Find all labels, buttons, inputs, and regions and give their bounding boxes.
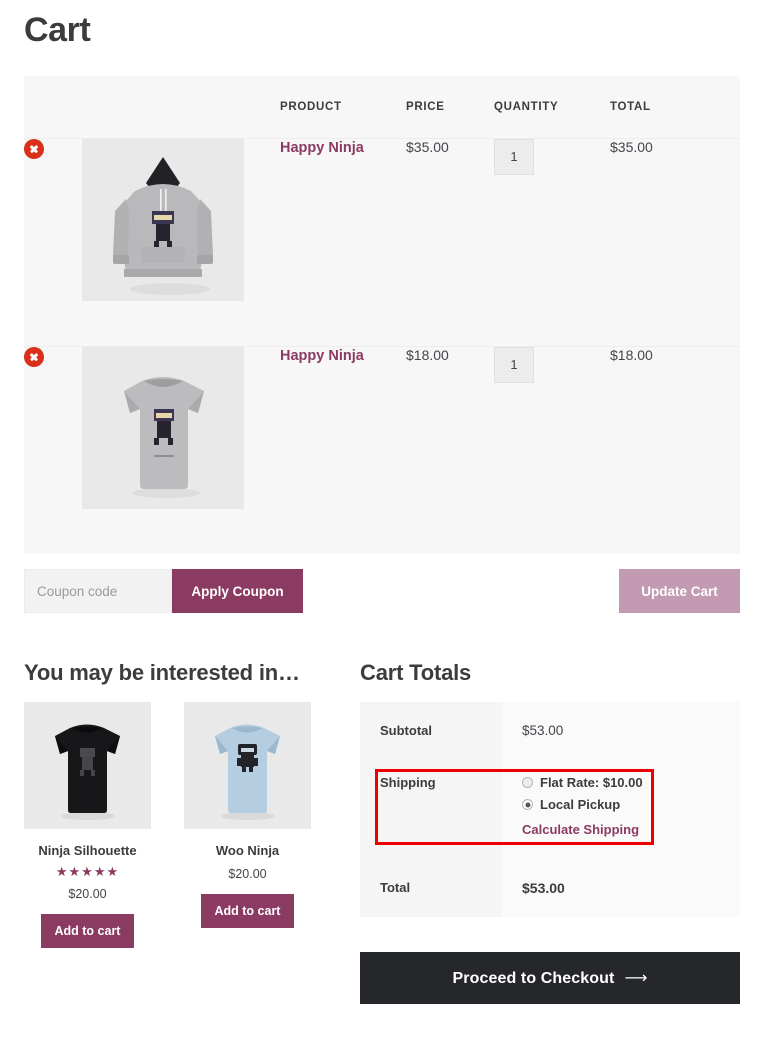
page-title: Cart — [24, 11, 91, 49]
cart-row: Happy Ninja $35.00 $35.00 — [24, 137, 740, 346]
upsell-product-price: $20.00 — [68, 887, 107, 901]
cart-product-link[interactable]: Happy Ninja — [280, 140, 364, 156]
radio-unchecked-icon[interactable] — [522, 777, 533, 788]
cart-row-product-cell: Happy Ninja — [280, 345, 406, 554]
black-tshirt-product-image[interactable] — [24, 702, 151, 829]
calculate-shipping-link[interactable]: Calculate Shipping — [522, 822, 639, 837]
column-header-remove — [24, 76, 82, 138]
checkout-button-label: Proceed to Checkout — [452, 970, 615, 987]
cart-product-link[interactable]: Happy Ninja — [280, 348, 364, 364]
total-value: $53.00 — [502, 859, 740, 917]
cart-table-header: PRODUCT PRICE QUANTITY TOTAL — [24, 76, 740, 138]
cart-row-thumbnail-cell — [82, 137, 280, 346]
remove-circle-icon[interactable] — [24, 346, 44, 367]
cart-page: Cart PRODUCT PRICE QUANTITY TOTAL Happy … — [0, 0, 771, 1038]
cart-row-total: $35.00 — [610, 137, 740, 346]
cart-row-total: $18.00 — [610, 345, 740, 554]
cart-row-price: $18.00 — [406, 345, 494, 554]
cart-row-remove-cell — [24, 345, 82, 554]
upsell-product-price: $20.00 — [228, 867, 267, 881]
proceed-to-checkout-button[interactable]: Proceed to Checkout ⟶ — [360, 952, 740, 1004]
upsell-product-title: Ninja Silhouette — [38, 843, 137, 858]
cart-row-product-cell: Happy Ninja — [280, 137, 406, 346]
subtotal-row: Subtotal $53.00 — [360, 702, 740, 759]
upsells-grid: Ninja Silhouette ★★★★★ $20.00 Add to car… — [24, 702, 344, 948]
rating-stars: ★★★★★ — [55, 864, 120, 879]
column-header-price: PRICE — [406, 76, 494, 138]
column-header-product: PRODUCT — [280, 76, 406, 138]
shipping-option-label: Local Pickup — [540, 797, 621, 812]
upsells-section: You may be interested in… Ninja Silhouet… — [24, 660, 344, 948]
cart-row-quantity-cell — [494, 137, 610, 346]
cart-row-price: $35.00 — [406, 137, 494, 346]
column-header-total: TOTAL — [610, 76, 740, 138]
blue-tshirt-product-image[interactable] — [184, 702, 311, 829]
order-total-row: Total $53.00 — [360, 859, 740, 917]
cart-table-body: Happy Ninja $35.00 $35.00 — [24, 137, 740, 554]
radio-checked-icon[interactable] — [522, 799, 533, 810]
apply-coupon-button[interactable]: Apply Coupon — [172, 569, 303, 613]
cart-totals-heading: Cart Totals — [360, 660, 472, 685]
column-header-thumbnail — [82, 76, 280, 138]
upsell-product-card[interactable]: Woo Ninja $20.00 Add to cart — [184, 702, 311, 948]
cart-table: PRODUCT PRICE QUANTITY TOTAL Happy Ninja… — [24, 76, 740, 554]
cart-totals-table: Subtotal $53.00 Shipping Flat Rate: $10.… — [360, 702, 740, 917]
shipping-options-cell: Flat Rate: $10.00 Local Pickup Calculate… — [502, 759, 740, 859]
cart-row-quantity-cell — [494, 345, 610, 554]
add-to-cart-button[interactable]: Add to cart — [40, 914, 135, 948]
update-cart-button[interactable]: Update Cart — [619, 569, 740, 613]
arrow-right-icon: ⟶ — [624, 970, 648, 987]
column-header-quantity: QUANTITY — [494, 76, 610, 138]
cart-totals-section: Cart Totals Subtotal $53.00 Shipping Fla… — [360, 660, 740, 917]
shipping-label: Shipping — [360, 759, 502, 859]
add-to-cart-button[interactable]: Add to cart — [200, 894, 295, 928]
subtotal-value: $53.00 — [502, 702, 740, 759]
gray-hoodie-product-image[interactable] — [82, 138, 244, 301]
remove-circle-icon[interactable] — [24, 138, 44, 159]
subtotal-label: Subtotal — [360, 702, 502, 759]
upsells-heading: You may be interested in… — [24, 660, 300, 685]
shipping-option-label: Flat Rate: $10.00 — [540, 775, 643, 790]
quantity-input[interactable] — [494, 346, 534, 383]
cart-row-thumbnail-cell — [82, 345, 280, 554]
cart-header-row: PRODUCT PRICE QUANTITY TOTAL — [24, 76, 740, 138]
cart-actions-row: Apply Coupon Update Cart — [24, 569, 740, 613]
shipping-option-local-pickup[interactable]: Local Pickup — [522, 797, 740, 812]
upsell-product-card[interactable]: Ninja Silhouette ★★★★★ $20.00 Add to car… — [24, 702, 151, 948]
upsell-product-title: Woo Ninja — [215, 843, 280, 858]
shipping-row: Shipping Flat Rate: $10.00 Local Pickup … — [360, 759, 740, 859]
cart-row-remove-cell — [24, 137, 82, 346]
gray-tshirt-product-image[interactable] — [82, 346, 244, 509]
quantity-input[interactable] — [494, 138, 534, 175]
coupon-code-input[interactable] — [24, 569, 172, 613]
total-label: Total — [360, 859, 502, 917]
shipping-option-flat-rate[interactable]: Flat Rate: $10.00 — [522, 775, 740, 790]
cart-row: Happy Ninja $18.00 $18.00 — [24, 345, 740, 554]
